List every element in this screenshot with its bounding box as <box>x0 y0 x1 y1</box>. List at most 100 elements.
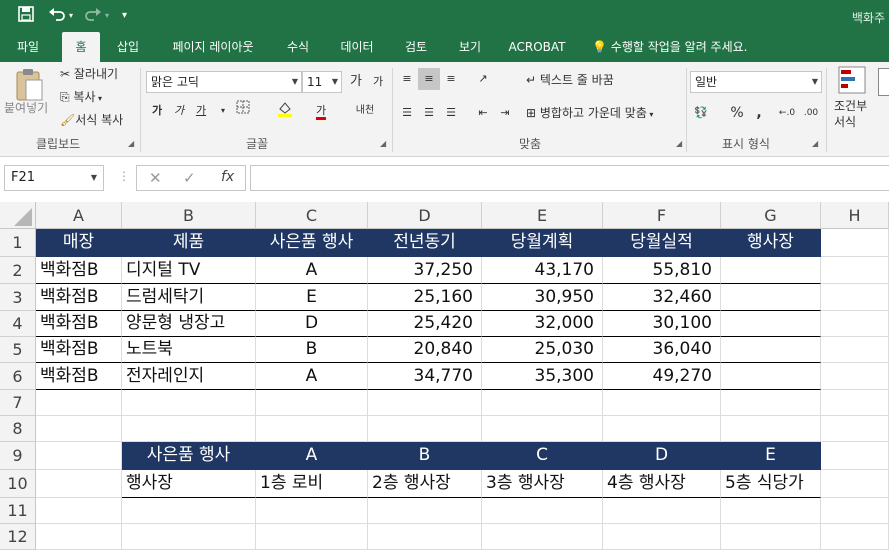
column-header-a[interactable]: A <box>36 202 122 229</box>
cell-f3[interactable]: 32,460 <box>603 284 721 311</box>
insert-function-icon[interactable]: fx <box>221 169 234 185</box>
row-header-4[interactable]: 4 <box>0 311 36 337</box>
cell-g10[interactable]: 5층 식당가 <box>721 470 821 498</box>
cell-d12[interactable] <box>368 524 482 550</box>
increase-decimal-icon[interactable]: ←.0 <box>776 102 798 124</box>
cell-d10[interactable]: 2층 행사장 <box>368 470 482 498</box>
row-header-10[interactable]: 10 <box>0 470 36 498</box>
row-header-9[interactable]: 9 <box>0 442 36 470</box>
cell-h6[interactable] <box>821 363 889 390</box>
cell-c11[interactable] <box>256 498 368 524</box>
tell-me-box[interactable]: 💡 수행할 작업을 알려 주세요. <box>592 32 747 62</box>
cell-f2[interactable]: 55,810 <box>603 257 721 284</box>
underline-dropdown-icon[interactable]: ▾ <box>212 100 234 122</box>
name-box[interactable]: F21 ▼ <box>4 165 104 191</box>
cell-c2[interactable]: A <box>256 257 368 284</box>
increase-indent-icon[interactable]: ⇥ <box>494 102 516 124</box>
undo-dropdown-icon[interactable]: ▾ <box>69 6 73 26</box>
cell-g8[interactable] <box>721 416 821 442</box>
cell-e4[interactable]: 32,000 <box>482 311 603 337</box>
cell-c8[interactable] <box>256 416 368 442</box>
cell-f5[interactable]: 36,040 <box>603 337 721 363</box>
column-header-b[interactable]: B <box>122 202 256 229</box>
row-header-8[interactable]: 8 <box>0 416 36 442</box>
cell-c9[interactable]: A <box>256 442 368 470</box>
cell-e6[interactable]: 35,300 <box>482 363 603 390</box>
cell-f10[interactable]: 4층 행사장 <box>603 470 721 498</box>
cell-b11[interactable] <box>122 498 256 524</box>
wrap-text-button[interactable]: ↵ 텍스트 줄 바꿈 <box>526 72 614 88</box>
column-header-e[interactable]: E <box>482 202 603 229</box>
decrease-decimal-icon[interactable]: .00 <box>800 102 822 124</box>
cell-g12[interactable] <box>721 524 821 550</box>
cell-a12[interactable] <box>36 524 122 550</box>
cell-f8[interactable] <box>603 416 721 442</box>
cell-g2[interactable] <box>721 257 821 284</box>
number-format-select[interactable]: 일반 ▼ <box>690 71 822 93</box>
cell-f11[interactable] <box>603 498 721 524</box>
cell-d7[interactable] <box>368 390 482 416</box>
customize-qat-icon[interactable]: ▾ <box>122 6 127 26</box>
column-header-f[interactable]: F <box>603 202 721 229</box>
cell-d1[interactable]: 전년동기 <box>368 229 482 257</box>
cell-g3[interactable] <box>721 284 821 311</box>
cell-a6[interactable]: 백화점B <box>36 363 122 390</box>
cell-d3[interactable]: 25,160 <box>368 284 482 311</box>
cell-h3[interactable] <box>821 284 889 311</box>
format-as-table-icon[interactable] <box>878 68 889 96</box>
cell-e11[interactable] <box>482 498 603 524</box>
cell-a8[interactable] <box>36 416 122 442</box>
cell-a3[interactable]: 백화점B <box>36 284 122 311</box>
cell-h7[interactable] <box>821 390 889 416</box>
row-header-7[interactable]: 7 <box>0 390 36 416</box>
cell-e3[interactable]: 30,950 <box>482 284 603 311</box>
cell-e8[interactable] <box>482 416 603 442</box>
cell-b4[interactable]: 양문형 냉장고 <box>122 311 256 337</box>
orientation-icon[interactable]: ↗ <box>472 68 494 90</box>
cell-b2[interactable]: 디지털 TV <box>122 257 256 284</box>
font-launcher-icon[interactable]: ◢ <box>380 139 386 148</box>
align-bottom-icon[interactable]: ≡ <box>440 68 462 90</box>
cell-e12[interactable] <box>482 524 603 550</box>
font-color-button[interactable]: 가 <box>310 100 332 122</box>
row-header-11[interactable]: 11 <box>0 498 36 524</box>
tab-view[interactable]: 보기 <box>448 32 492 62</box>
cell-c1[interactable]: 사은품 행사 <box>256 229 368 257</box>
cell-g1[interactable]: 행사장 <box>721 229 821 257</box>
tab-file[interactable]: 파일 <box>6 32 50 62</box>
cell-g9[interactable]: E <box>721 442 821 470</box>
cell-d5[interactable]: 20,840 <box>368 337 482 363</box>
cell-g6[interactable] <box>721 363 821 390</box>
cell-c10[interactable]: 1층 로비 <box>256 470 368 498</box>
cell-c12[interactable] <box>256 524 368 550</box>
tab-acrobat[interactable]: ACROBAT <box>502 32 572 62</box>
cell-e5[interactable]: 25,030 <box>482 337 603 363</box>
alignment-launcher-icon[interactable]: ◢ <box>676 139 682 148</box>
cell-a10[interactable] <box>36 470 122 498</box>
cell-e10[interactable]: 3층 행사장 <box>482 470 603 498</box>
row-header-5[interactable]: 5 <box>0 337 36 363</box>
cell-d2[interactable]: 37,250 <box>368 257 482 284</box>
row-header-6[interactable]: 6 <box>0 363 36 390</box>
cell-d9[interactable]: B <box>368 442 482 470</box>
cell-h12[interactable] <box>821 524 889 550</box>
accounting-format-icon[interactable]: 💱 <box>690 102 712 124</box>
enter-icon[interactable]: ✓ <box>183 169 196 187</box>
cell-a9[interactable] <box>36 442 122 470</box>
cell-h2[interactable] <box>821 257 889 284</box>
clipboard-launcher-icon[interactable]: ◢ <box>128 139 134 148</box>
paste-button[interactable]: 붙여넣기 <box>4 100 48 116</box>
cell-h11[interactable] <box>821 498 889 524</box>
cell-f1[interactable]: 당월실적 <box>603 229 721 257</box>
phonetic-guide-button[interactable]: 내천 <box>354 100 376 122</box>
cell-b7[interactable] <box>122 390 256 416</box>
row-header-2[interactable]: 2 <box>0 257 36 284</box>
decrease-indent-icon[interactable]: ⇤ <box>472 102 494 124</box>
cell-c5[interactable]: B <box>256 337 368 363</box>
cell-d4[interactable]: 25,420 <box>368 311 482 337</box>
cell-g5[interactable] <box>721 337 821 363</box>
drag-handle-icon[interactable]: ⋮ <box>118 169 130 183</box>
cell-c4[interactable]: D <box>256 311 368 337</box>
merge-center-button[interactable]: ⊞ 병합하고 가운데 맞춤 ▾ <box>526 105 653 123</box>
cell-h1[interactable] <box>821 229 889 257</box>
